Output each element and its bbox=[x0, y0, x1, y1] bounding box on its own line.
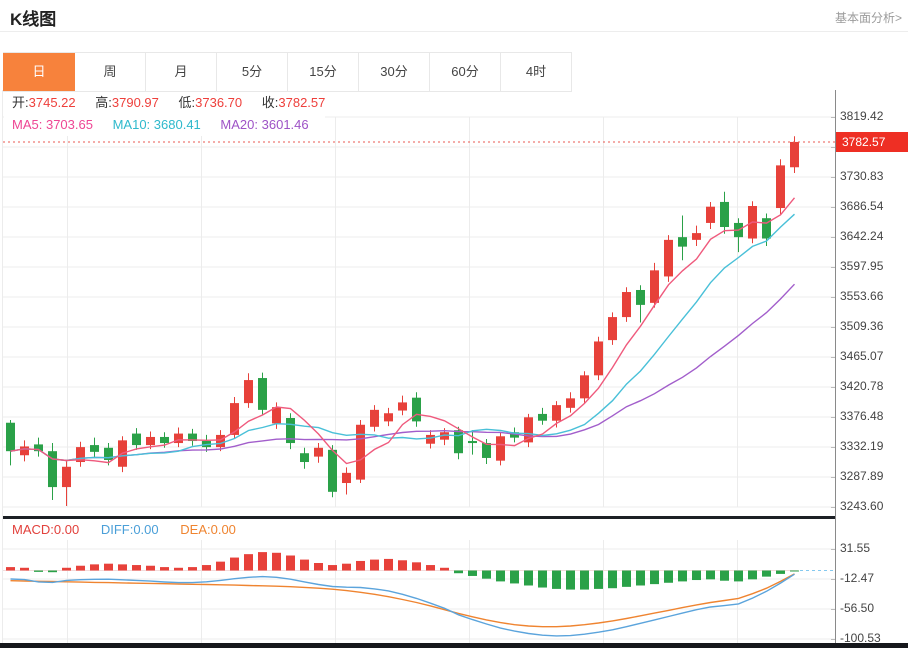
price-tick-label: 3642.24 bbox=[840, 229, 902, 244]
macd-value: MACD:0.00 bbox=[12, 522, 79, 537]
high-value: 高:3790.97 bbox=[95, 95, 159, 110]
macd-tick-label: -12.47 bbox=[840, 571, 902, 586]
macd-info-row: MACD:0.00 DIFF:0.00 DEA:0.00 bbox=[4, 520, 236, 539]
price-tick-label: 3686.54 bbox=[840, 199, 902, 214]
interval-tabbar: 日 周 月 5分 15分 30分 60分 4时 bbox=[3, 52, 572, 92]
ma10-line bbox=[11, 214, 795, 460]
title-divider bbox=[0, 31, 908, 32]
kline-page: K线图 基本面分析> 日 周 月 5分 15分 30分 60分 4时 开:374… bbox=[0, 0, 908, 648]
ma-info-row: MA5: 3703.65 MA10: 3680.41 MA20: 3601.46 bbox=[4, 114, 325, 136]
macd-tick-label: -56.50 bbox=[840, 601, 902, 616]
price-axis-line bbox=[835, 90, 836, 644]
price-tick-label: 3553.66 bbox=[840, 289, 902, 304]
macd-chart bbox=[3, 540, 835, 643]
dea-value: DEA:0.00 bbox=[180, 522, 236, 537]
current-price-badge: 3782.57 bbox=[836, 132, 908, 152]
tab-30min[interactable]: 30分 bbox=[359, 53, 430, 91]
diff-value: DIFF:0.00 bbox=[101, 522, 159, 537]
price-tick-label: 3509.36 bbox=[840, 319, 902, 334]
tab-15min[interactable]: 15分 bbox=[288, 53, 359, 91]
price-tick-label: 3597.95 bbox=[840, 259, 902, 274]
close-value: 收:3782.57 bbox=[262, 95, 326, 110]
chart-panel-divider bbox=[3, 516, 835, 519]
page-title: K线图 bbox=[10, 5, 56, 30]
tab-month[interactable]: 月 bbox=[146, 53, 217, 91]
tab-day[interactable]: 日 bbox=[3, 53, 75, 91]
ma-lines-layer bbox=[11, 198, 795, 464]
dea-line bbox=[11, 574, 795, 627]
price-tick-label: 3243.60 bbox=[840, 499, 902, 514]
price-tick-label: 3420.78 bbox=[840, 379, 902, 394]
candlestick-chart bbox=[3, 90, 835, 518]
tab-4hour[interactable]: 4时 bbox=[501, 53, 572, 91]
price-tick-label: 3376.48 bbox=[840, 409, 902, 424]
price-tick-label: 3287.89 bbox=[840, 469, 902, 484]
ma20-line bbox=[11, 284, 795, 460]
tab-5min[interactable]: 5分 bbox=[217, 53, 288, 91]
price-tick-label: 3465.07 bbox=[840, 349, 902, 364]
ma5-value: MA5: 3703.65 bbox=[12, 117, 93, 132]
tab-60min[interactable]: 60分 bbox=[430, 53, 501, 91]
tab-week[interactable]: 周 bbox=[75, 53, 146, 91]
macd-grid-layer bbox=[3, 540, 835, 643]
open-value: 开:3745.22 bbox=[12, 95, 76, 110]
price-tick-label: 3730.83 bbox=[840, 169, 902, 184]
ma10-value: MA10: 3680.41 bbox=[113, 117, 201, 132]
macd-lines-layer bbox=[11, 571, 836, 636]
bottom-frame-bar bbox=[0, 643, 908, 648]
low-value: 低:3736.70 bbox=[179, 95, 243, 110]
fundamental-analysis-link[interactable]: 基本面分析> bbox=[835, 9, 902, 26]
ma20-value: MA20: 3601.46 bbox=[220, 117, 308, 132]
price-tick-label: 3332.19 bbox=[840, 439, 902, 454]
macd-tick-label: 31.55 bbox=[840, 541, 902, 556]
ma5-line bbox=[11, 198, 795, 464]
grid-layer bbox=[3, 117, 835, 507]
price-tick-label: 3819.42 bbox=[840, 109, 902, 124]
ohlc-info-row: 开:3745.22 高:3790.97 低:3736.70 收:3782.57 bbox=[4, 92, 341, 114]
